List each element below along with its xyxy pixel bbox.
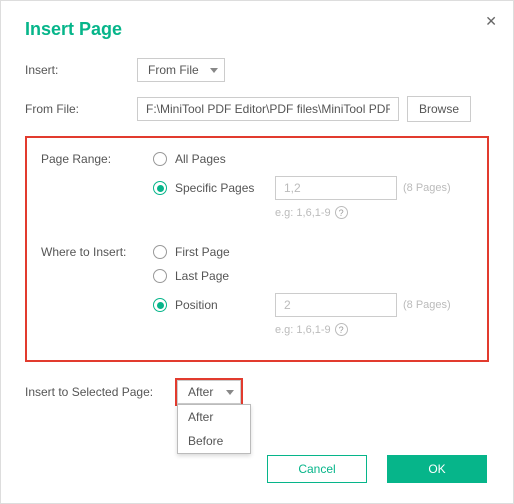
first-page-label: First Page xyxy=(175,245,275,259)
option-after[interactable]: After xyxy=(178,405,250,429)
dialog-title: Insert Page xyxy=(25,19,489,40)
page-range-label: Page Range: xyxy=(41,152,153,166)
insert-label: Insert: xyxy=(25,63,137,77)
browse-button[interactable]: Browse xyxy=(407,96,471,122)
insert-relative-options: After Before xyxy=(177,404,251,454)
radio-position[interactable] xyxy=(153,298,167,312)
file-path-input[interactable] xyxy=(137,97,399,121)
option-before[interactable]: Before xyxy=(178,429,250,453)
chevron-down-icon xyxy=(226,390,234,395)
position-example-hint: e.g: 1,6,1-9 xyxy=(275,324,331,336)
insert-relative-value: After xyxy=(188,385,213,399)
all-pages-label: All Pages xyxy=(175,152,275,166)
radio-first-page[interactable] xyxy=(153,245,167,259)
help-icon[interactable]: ? xyxy=(335,206,348,219)
specific-pages-input[interactable] xyxy=(275,176,397,200)
ok-button[interactable]: OK xyxy=(387,455,487,483)
radio-last-page[interactable] xyxy=(153,269,167,283)
close-icon[interactable]: ✕ xyxy=(485,13,497,30)
position-input[interactable] xyxy=(275,293,397,317)
insert-source-select[interactable]: From File xyxy=(137,58,225,82)
specific-pages-label: Specific Pages xyxy=(175,181,275,195)
help-icon[interactable]: ? xyxy=(335,323,348,336)
radio-specific-pages[interactable] xyxy=(153,181,167,195)
chevron-down-icon xyxy=(210,68,218,73)
cancel-button[interactable]: Cancel xyxy=(267,455,367,483)
page-count-hint: (8 Pages) xyxy=(403,182,451,194)
last-page-label: Last Page xyxy=(175,269,275,283)
where-label: Where to Insert: xyxy=(41,245,153,259)
insert-source-value: From File xyxy=(148,63,199,77)
position-count-hint: (8 Pages) xyxy=(403,299,451,311)
from-file-label: From File: xyxy=(25,102,137,116)
radio-all-pages[interactable] xyxy=(153,152,167,166)
insert-relative-label: Insert to Selected Page: xyxy=(25,385,177,399)
options-highlight-box: Page Range: All Pages Specific Pages (8 … xyxy=(25,136,489,362)
insert-relative-select[interactable]: After xyxy=(177,380,241,404)
specific-example-hint: e.g: 1,6,1-9 xyxy=(275,207,331,219)
position-label: Position xyxy=(175,298,275,312)
